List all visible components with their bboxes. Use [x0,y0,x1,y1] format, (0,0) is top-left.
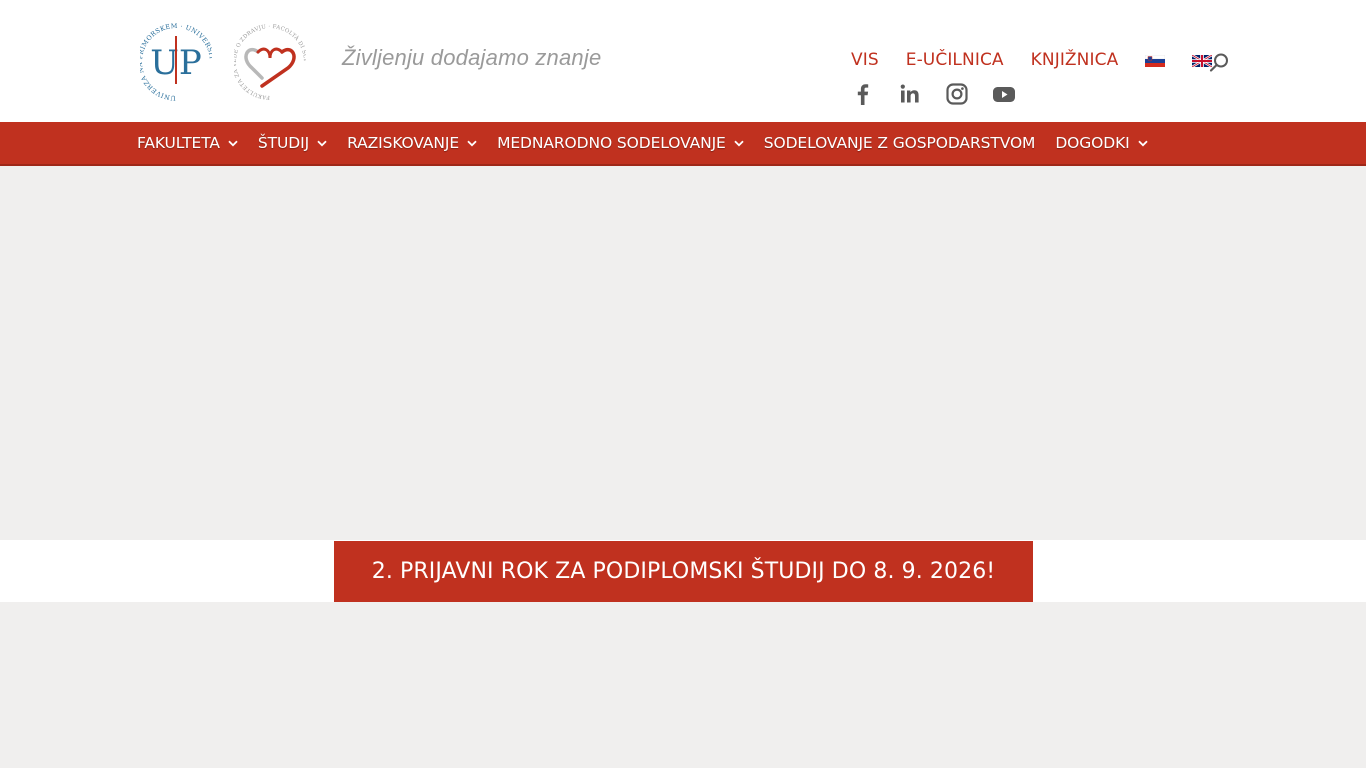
main-nav: FAKULTETA ŠTUDIJ RAZISKOVANJE MEDNARODNO… [137,122,1168,164]
nav-item-dogodki[interactable]: DOGODKI [1055,134,1148,152]
nav-item-raziskovanje[interactable]: RAZISKOVANJE [347,134,477,152]
up-logo[interactable]: UNIVERZA NA PRIMORSKEM · UNIVERSITÀ DEL … [136,7,216,108]
toplink-knjiznica[interactable]: KNJIŽNICA [1031,50,1119,70]
nav-item-label: SODELOVANJE Z GOSPODARSTVOM [763,134,1036,152]
content-area [0,602,1366,768]
hero-slider-area [0,166,1366,540]
search-icon[interactable] [1208,52,1230,74]
slovenian-flag-icon[interactable] [1145,54,1166,67]
facebook-icon[interactable] [851,82,875,106]
nav-item-label: RAZISKOVANJE [347,134,460,152]
chevron-down-icon [467,140,477,146]
nav-item-label: ŠTUDIJ [257,134,310,152]
top-links: VIS E-UČILNICA KNJIŽNICA [851,50,1239,70]
nav-item-mednarodno-sodelovanje[interactable]: MEDNARODNO SODELOVANJE [497,134,744,152]
toplink-vis[interactable]: VIS [851,50,879,70]
social-links [851,82,1039,106]
nav-item-studij[interactable]: ŠTUDIJ [258,134,327,152]
youtube-icon[interactable] [992,82,1016,106]
site-header: UNIVERZA NA PRIMORSKEM · UNIVERSITÀ DEL … [0,0,1366,122]
nav-item-label: MEDNARODNO SODELOVANJE [497,134,726,152]
nav-item-label: FAKULTETA [137,134,220,152]
main-navigation-bar: FAKULTETA ŠTUDIJ RAZISKOVANJE MEDNARODNO… [0,122,1366,166]
nav-item-sodelovanje-z-gospodarstvom[interactable]: SODELOVANJE Z GOSPODARSTVOM [764,134,1036,152]
chevron-down-icon [228,140,238,146]
chevron-down-icon [734,140,744,146]
instagram-icon[interactable] [945,82,969,106]
heart-hands-logo-icon: FAKULTETA ZA VEDE O ZDRAVJU · FACOLTÀ DI… [231,10,308,100]
application-deadline-banner-button[interactable]: 2. PRIJAVNI ROK ZA PODIPLOMSKI ŠTUDIJ DO… [334,541,1033,602]
site-tagline: Življenju dodajamo znanje [342,45,602,70]
nav-item-fakulteta[interactable]: FAKULTETA [137,134,238,152]
up-logo-icon: UNIVERZA NA PRIMORSKEM · UNIVERSITÀ DEL … [136,7,216,102]
linkedin-icon[interactable] [898,82,922,106]
chevron-down-icon [1138,140,1148,146]
nav-item-label: DOGODKI [1055,134,1130,152]
chevron-down-icon [317,140,327,146]
faculty-logo[interactable]: FAKULTETA ZA VEDE O ZDRAVJU · FACOLTÀ DI… [231,10,308,108]
toplink-e-ucilnica[interactable]: E-UČILNICA [906,50,1004,70]
